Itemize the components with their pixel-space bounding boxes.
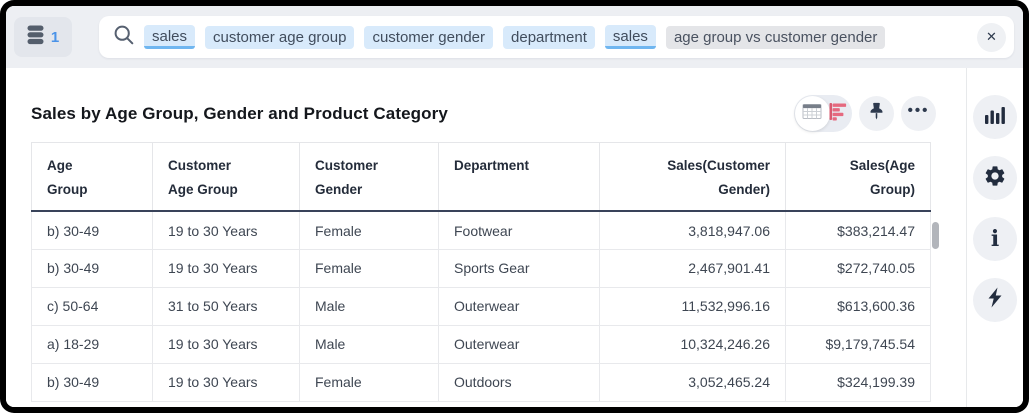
table-row[interactable]: b) 30-4919 to 30 YearsFemaleSports Gear2… — [32, 249, 931, 287]
change-visualization-button[interactable] — [973, 95, 1017, 139]
table-chart-toggle[interactable] — [794, 95, 852, 132]
table-cell: $9,179,745.54 — [786, 325, 931, 363]
search-token[interactable]: department — [503, 26, 595, 49]
search-token[interactable]: customer gender — [364, 26, 493, 49]
window-frame: 1 sales customer age group customer gender… — [0, 0, 1029, 413]
clear-search-button[interactable]: ✕ — [977, 23, 1006, 52]
table-cell: Male — [300, 287, 439, 325]
table-cell: b) 30-49 — [32, 249, 153, 287]
table-header-row: AgeGroupCustomerAge GroupCustomerGenderD… — [32, 143, 931, 212]
table-cell: $272,740.05 — [786, 249, 931, 287]
table-cell: 19 to 30 Years — [153, 325, 300, 363]
answer-title: Sales by Age Group, Gender and Product C… — [31, 104, 448, 124]
table-cell: Footwear — [439, 211, 600, 249]
table-cell: Male — [300, 325, 439, 363]
configure-button[interactable] — [973, 156, 1017, 200]
ellipsis-icon: ••• — [908, 103, 930, 124]
datasource-button[interactable]: 1 — [14, 17, 72, 57]
gear-icon — [983, 164, 1007, 193]
table-cell: c) 50-64 — [32, 287, 153, 325]
table-body: b) 30-4919 to 30 YearsFemaleFootwear3,81… — [32, 211, 931, 401]
spotiq-button[interactable] — [973, 278, 1017, 322]
bar-chart-icon — [984, 105, 1006, 130]
table-row[interactable]: b) 30-4919 to 30 YearsFemaleOutdoors3,05… — [32, 363, 931, 401]
table-cell: 3,818,947.06 — [600, 211, 786, 249]
table-cell: $383,214.47 — [786, 211, 931, 249]
table-cell: Female — [300, 249, 439, 287]
table-cell: b) 30-49 — [32, 211, 153, 249]
search-token[interactable]: sales — [144, 25, 195, 49]
search-token[interactable]: age group vs customer gender — [666, 26, 885, 49]
table-cell: 19 to 30 Years — [153, 211, 300, 249]
result-table: AgeGroupCustomerAge GroupCustomerGenderD… — [31, 142, 931, 402]
search-token-list: sales customer age group customer gender de… — [144, 25, 977, 49]
app-window: 1 sales customer age group customer gender… — [6, 6, 1023, 407]
table-cell: a) 18-29 — [32, 325, 153, 363]
table-row[interactable]: a) 18-2919 to 30 YearsMaleOuterwear10,32… — [32, 325, 931, 363]
datasource-count-badge: 1 — [51, 29, 59, 46]
pin-button[interactable] — [859, 96, 894, 131]
column-header[interactable]: CustomerAge Group — [153, 143, 300, 212]
search-icon — [113, 24, 135, 51]
table-cell: 11,532,996.16 — [600, 287, 786, 325]
search-token[interactable]: sales — [605, 25, 656, 49]
lightning-bolt-icon — [987, 287, 1003, 313]
content-area: Sales by Age Group, Gender and Product C… — [6, 68, 1023, 407]
chart-view-icon[interactable] — [829, 102, 847, 126]
more-options-button[interactable]: ••• — [901, 96, 936, 131]
answer-header: Sales by Age Group, Gender and Product C… — [31, 95, 966, 132]
column-header[interactable]: CustomerGender — [300, 143, 439, 212]
table-cell: Outdoors — [439, 363, 600, 401]
table-cell: 19 to 30 Years — [153, 249, 300, 287]
search-topbar: 1 sales customer age group customer gender… — [6, 6, 1023, 68]
table-cell: $324,199.39 — [786, 363, 931, 401]
table-cell: Female — [300, 211, 439, 249]
answer-toolbar: ••• — [794, 95, 936, 132]
table-cell: 10,324,246.26 — [600, 325, 786, 363]
search-bar[interactable]: sales customer age group customer gender de… — [99, 16, 1014, 58]
search-token[interactable]: customer age group — [205, 26, 354, 49]
table-cell: Sports Gear — [439, 249, 600, 287]
table-cell: 2,467,901.41 — [600, 249, 786, 287]
table-cell: Outerwear — [439, 325, 600, 363]
table-cell: $613,600.36 — [786, 287, 931, 325]
table-cell: 3,052,465.24 — [600, 363, 786, 401]
table-cell: 19 to 30 Years — [153, 363, 300, 401]
right-action-sidebar: i — [966, 68, 1023, 407]
answer-panel: Sales by Age Group, Gender and Product C… — [6, 68, 966, 407]
column-header[interactable]: AgeGroup — [32, 143, 153, 212]
table-row[interactable]: b) 30-4919 to 30 YearsFemaleFootwear3,81… — [32, 211, 931, 249]
close-icon: ✕ — [986, 29, 997, 45]
table-view-icon[interactable] — [802, 103, 822, 125]
table-cell: Female — [300, 363, 439, 401]
table-row[interactable]: c) 50-6431 to 50 YearsMaleOuterwear11,53… — [32, 287, 931, 325]
column-header[interactable]: Department — [439, 143, 600, 212]
column-header[interactable]: Sales(AgeGroup) — [786, 143, 931, 212]
pin-icon — [868, 101, 885, 126]
table-cell: 31 to 50 Years — [153, 287, 300, 325]
column-header[interactable]: Sales(CustomerGender) — [600, 143, 786, 212]
info-icon: i — [991, 228, 999, 250]
table-cell: b) 30-49 — [32, 363, 153, 401]
details-button[interactable]: i — [973, 217, 1017, 261]
table-vertical-scrollbar[interactable] — [932, 222, 939, 249]
database-icon — [27, 25, 44, 50]
table-cell: Outerwear — [439, 287, 600, 325]
